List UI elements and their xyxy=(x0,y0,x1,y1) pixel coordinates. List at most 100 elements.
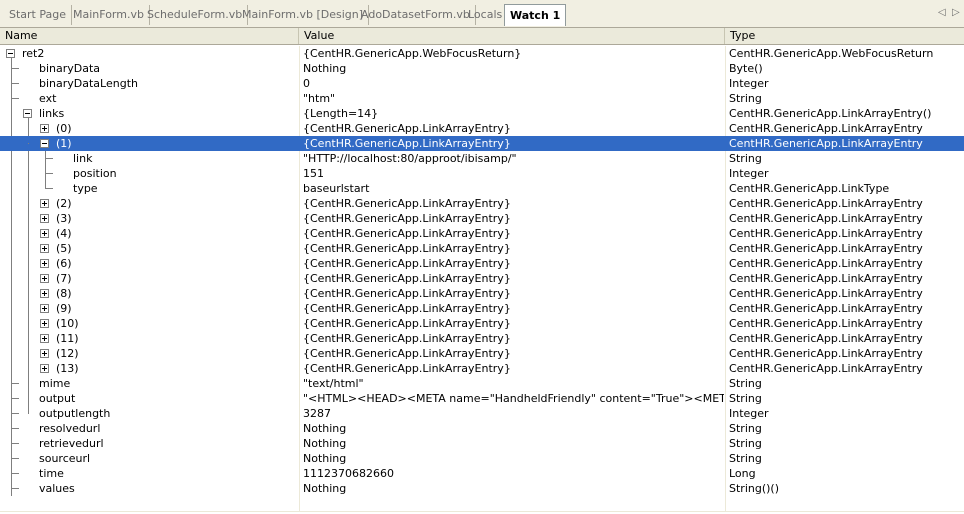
expand-icon[interactable] xyxy=(40,244,49,253)
watch-row-value[interactable]: {CentHR.GenericApp.WebFocusReturn} xyxy=(303,46,724,61)
tree-line xyxy=(11,68,19,69)
watch-row-type: CentHR.GenericApp.WebFocusReturn xyxy=(729,47,934,60)
watch-row[interactable]: binaryDataLength 0 Integer xyxy=(0,76,964,91)
watch-row[interactable]: ext "htm" String xyxy=(0,91,964,106)
watch-row[interactable]: (1) {CentHR.GenericApp.LinkArrayEntry} Cen… xyxy=(0,136,964,151)
watch-row-value[interactable]: {CentHR.GenericApp.LinkArrayEntry} xyxy=(303,226,724,241)
expand-icon[interactable] xyxy=(40,229,49,238)
expand-icon[interactable] xyxy=(40,274,49,283)
column-header-name[interactable]: Name xyxy=(0,28,299,44)
tab-start-page[interactable]: Start Page xyxy=(4,5,72,25)
watch-row-value[interactable]: baseurlstart xyxy=(303,181,724,196)
watch-row-type: Integer xyxy=(729,167,769,180)
watch-row[interactable]: (13) {CentHR.GenericApp.LinkArrayEntry} Ce… xyxy=(0,361,964,376)
tree-line xyxy=(11,458,19,459)
watch-row-value[interactable]: {CentHR.GenericApp.LinkArrayEntry} xyxy=(303,256,724,271)
watch-row-value[interactable]: Nothing xyxy=(303,436,724,451)
watch-row[interactable]: binaryData Nothing Byte() xyxy=(0,61,964,76)
collapse-icon[interactable] xyxy=(40,139,49,148)
watch-row-value[interactable]: Nothing xyxy=(303,451,724,466)
watch-row-type: CentHR.GenericApp.LinkArrayEntry xyxy=(729,347,923,360)
watch-row-value[interactable]: {CentHR.GenericApp.LinkArrayEntry} xyxy=(303,196,724,211)
expand-icon[interactable] xyxy=(40,319,49,328)
watch-row[interactable]: (3) {CentHR.GenericApp.LinkArrayEntry} Cen… xyxy=(0,211,964,226)
watch-row-value[interactable]: {CentHR.GenericApp.LinkArrayEntry} xyxy=(303,301,724,316)
tab-locals[interactable]: Locals xyxy=(463,5,507,25)
tab-scheduleform-vb[interactable]: ScheduleForm.vb xyxy=(142,5,249,25)
watch-row[interactable]: links {Length=14} CentHR.GenericApp.LinkAr… xyxy=(0,106,964,121)
watch-row[interactable]: (4) {CentHR.GenericApp.LinkArrayEntry} Cen… xyxy=(0,226,964,241)
expand-icon[interactable] xyxy=(40,214,49,223)
watch-row[interactable]: output "<HTML><HEAD><META name="HandheldF… xyxy=(0,391,964,406)
tab-mainform-design[interactable]: MainForm.vb [Design] xyxy=(237,5,370,25)
expand-icon[interactable] xyxy=(40,304,49,313)
watch-row-value[interactable]: "text/html" xyxy=(303,376,724,391)
watch-row-value[interactable]: {CentHR.GenericApp.LinkArrayEntry} xyxy=(303,271,724,286)
watch-row-value[interactable]: Nothing xyxy=(303,481,724,496)
watch-row[interactable]: (10) {CentHR.GenericApp.LinkArrayEntry} Ce… xyxy=(0,316,964,331)
watch-row[interactable]: (9) {CentHR.GenericApp.LinkArrayEntry} Cen… xyxy=(0,301,964,316)
watch-row-name: mime xyxy=(39,377,71,390)
expand-icon[interactable] xyxy=(40,349,49,358)
tab-watch-1[interactable]: Watch 1 xyxy=(504,4,567,26)
watch-row[interactable]: sourceurl Nothing String xyxy=(0,451,964,466)
watch-row[interactable]: position 151 Integer xyxy=(0,166,964,181)
watch-row-value[interactable]: Nothing xyxy=(303,421,724,436)
watch-row-value[interactable]: {CentHR.GenericApp.LinkArrayEntry} xyxy=(303,211,724,226)
tree-line xyxy=(45,158,53,159)
expand-icon[interactable] xyxy=(40,259,49,268)
watch-row[interactable]: values Nothing String()() xyxy=(0,481,964,496)
watch-row-value[interactable]: {CentHR.GenericApp.LinkArrayEntry} xyxy=(303,136,724,151)
watch-row[interactable]: (8) {CentHR.GenericApp.LinkArrayEntry} Cen… xyxy=(0,286,964,301)
watch-row-value[interactable]: {CentHR.GenericApp.LinkArrayEntry} xyxy=(303,331,724,346)
watch-row[interactable]: (5) {CentHR.GenericApp.LinkArrayEntry} Cen… xyxy=(0,241,964,256)
watch-row[interactable]: (12) {CentHR.GenericApp.LinkArrayEntry} Ce… xyxy=(0,346,964,361)
scroll-tabs-right-icon[interactable]: ▷ xyxy=(952,7,960,18)
watch-row[interactable]: (7) {CentHR.GenericApp.LinkArrayEntry} Cen… xyxy=(0,271,964,286)
watch-row[interactable]: (11) {CentHR.GenericApp.LinkArrayEntry} Ce… xyxy=(0,331,964,346)
watch-row-value[interactable]: Nothing xyxy=(303,61,724,76)
expand-icon[interactable] xyxy=(40,199,49,208)
watch-row-value[interactable]: {Length=14} xyxy=(303,106,724,121)
watch-row[interactable]: mime "text/html" String xyxy=(0,376,964,391)
expand-icon[interactable] xyxy=(40,289,49,298)
scroll-tabs-left-icon[interactable]: ◁ xyxy=(938,7,946,18)
watch-row-value[interactable]: {CentHR.GenericApp.LinkArrayEntry} xyxy=(303,316,724,331)
watch-row-value[interactable]: {CentHR.GenericApp.LinkArrayEntry} xyxy=(303,241,724,256)
watch-row[interactable]: outputlength 3287 Integer xyxy=(0,406,964,421)
expand-icon[interactable] xyxy=(40,364,49,373)
watch-row-value[interactable]: {CentHR.GenericApp.LinkArrayEntry} xyxy=(303,361,724,376)
tree-line xyxy=(28,233,29,234)
watch-row-type: String xyxy=(729,422,762,435)
watch-row-value[interactable]: {CentHR.GenericApp.LinkArrayEntry} xyxy=(303,346,724,361)
column-header-value[interactable]: Value xyxy=(299,28,725,44)
watch-row-value[interactable]: 151 xyxy=(303,166,724,181)
tree-line xyxy=(11,413,19,414)
watch-row-value[interactable]: 3287 xyxy=(303,406,724,421)
collapse-icon[interactable] xyxy=(23,109,32,118)
watch-row-value[interactable]: "HTTP://localhost:80/approot/ibisamp/" xyxy=(303,151,724,166)
watch-row-value[interactable]: {CentHR.GenericApp.LinkArrayEntry} xyxy=(303,121,724,136)
expand-icon[interactable] xyxy=(40,124,49,133)
watch-row-value[interactable]: 0 xyxy=(303,76,724,91)
tab-adodatasetform-vb[interactable]: AdoDatasetForm.vb xyxy=(356,5,476,25)
watch-row[interactable]: ret2 {CentHR.GenericApp.WebFocusReturn} Ce… xyxy=(0,46,964,61)
tab-mainform-vb[interactable]: MainForm.vb xyxy=(68,5,150,25)
watch-row-value[interactable]: 1112370682660 xyxy=(303,466,724,481)
watch-row[interactable]: time 1112370682660 Long xyxy=(0,466,964,481)
expand-icon[interactable] xyxy=(40,334,49,343)
watch-row[interactable]: link "HTTP://localhost:80/approot/ibisamp… xyxy=(0,151,964,166)
watch-row[interactable]: (6) {CentHR.GenericApp.LinkArrayEntry} Cen… xyxy=(0,256,964,271)
watch-row-value[interactable]: "htm" xyxy=(303,91,724,106)
watch-row[interactable]: resolvedurl Nothing String xyxy=(0,421,964,436)
watch-row-type: String xyxy=(729,92,762,105)
watch-row[interactable]: (0) {CentHR.GenericApp.LinkArrayEntry} Cen… xyxy=(0,121,964,136)
watch-row-value[interactable]: {CentHR.GenericApp.LinkArrayEntry} xyxy=(303,286,724,301)
watch-row-type: CentHR.GenericApp.LinkArrayEntry xyxy=(729,137,923,150)
watch-row[interactable]: type baseurlstart CentHR.GenericApp.LinkTy… xyxy=(0,181,964,196)
watch-row-value[interactable]: "<HTML><HEAD><META name="HandheldFriendl… xyxy=(303,391,724,406)
collapse-icon[interactable] xyxy=(6,49,15,58)
watch-row[interactable]: retrievedurl Nothing String xyxy=(0,436,964,451)
column-header-type[interactable]: Type xyxy=(725,28,964,44)
watch-row[interactable]: (2) {CentHR.GenericApp.LinkArrayEntry} Cen… xyxy=(0,196,964,211)
